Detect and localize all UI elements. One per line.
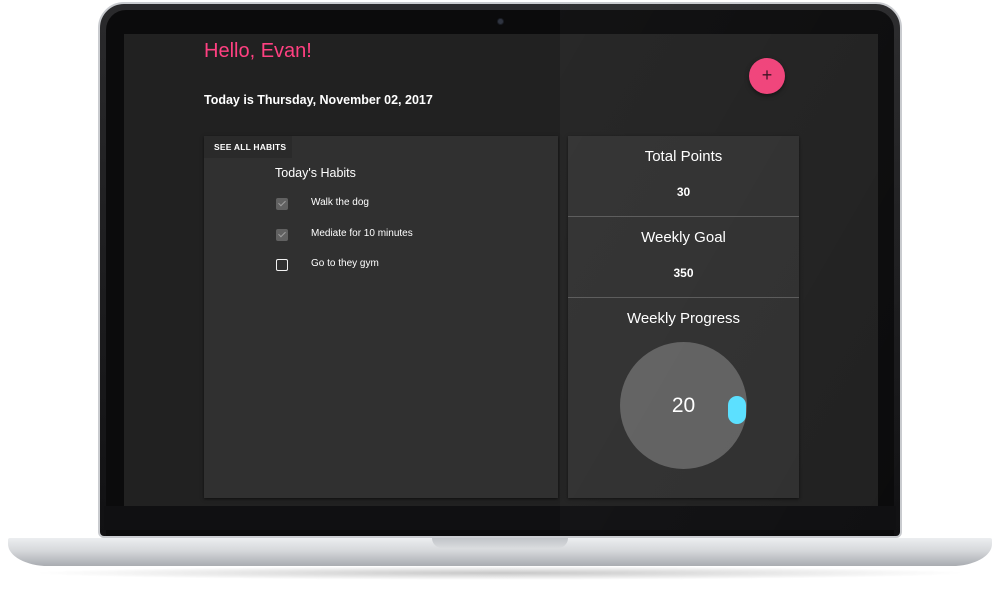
progress-knob-handle[interactable]	[728, 396, 746, 424]
app-screen: Hello, Evan! Today is Thursday, November…	[124, 34, 878, 506]
weekly-progress-section: Weekly Progress	[568, 310, 799, 327]
add-habit-button[interactable]: +	[749, 58, 785, 94]
habit-list: Walk the dog Mediate for 10 minutes Go t…	[276, 196, 536, 288]
weekly-progress-dial: 20	[620, 342, 747, 469]
greeting-heading: Hello, Evan!	[204, 40, 312, 62]
laptop-mockup: Hello, Evan! Today is Thursday, November…	[0, 0, 1000, 604]
see-all-habits-button[interactable]: SEE ALL HABITS	[204, 136, 292, 158]
weekly-goal-value: 350	[673, 266, 694, 280]
habit-item[interactable]: Mediate for 10 minutes	[276, 227, 536, 258]
total-points-section: Total Points 30	[568, 148, 799, 199]
laptop-base-notch	[432, 538, 568, 548]
habits-title: Today's Habits	[275, 166, 356, 180]
habit-label: Walk the dog	[311, 197, 369, 208]
habit-label: Mediate for 10 minutes	[311, 227, 413, 239]
stat-divider	[568, 297, 799, 298]
plus-icon: +	[761, 65, 773, 85]
total-points-value: 30	[676, 185, 691, 199]
date-line: Today is Thursday, November 02, 2017	[204, 93, 433, 107]
laptop-shadow	[30, 566, 970, 580]
camera-icon	[497, 18, 504, 25]
weekly-goal-section: Weekly Goal 350	[568, 229, 799, 280]
habit-checkbox-unchecked[interactable]	[276, 259, 288, 271]
weekly-progress-title: Weekly Progress	[626, 310, 741, 327]
habit-checkbox-checked[interactable]	[276, 198, 288, 210]
stat-divider	[568, 216, 799, 217]
laptop-bezel-bottom	[104, 506, 896, 530]
habit-checkbox-checked[interactable]	[276, 228, 288, 241]
habit-item[interactable]: Go to they gym	[276, 257, 536, 288]
habit-item[interactable]: Walk the dog	[276, 196, 536, 227]
total-points-title: Total Points	[644, 148, 723, 165]
habit-label: Go to they gym	[311, 258, 379, 269]
weekly-goal-title: Weekly Goal	[641, 229, 726, 246]
stats-card: Total Points 30 Weekly Goal 350 Weekly P…	[568, 136, 799, 498]
habits-card: SEE ALL HABITS Today's Habits Walk the d…	[204, 136, 558, 498]
